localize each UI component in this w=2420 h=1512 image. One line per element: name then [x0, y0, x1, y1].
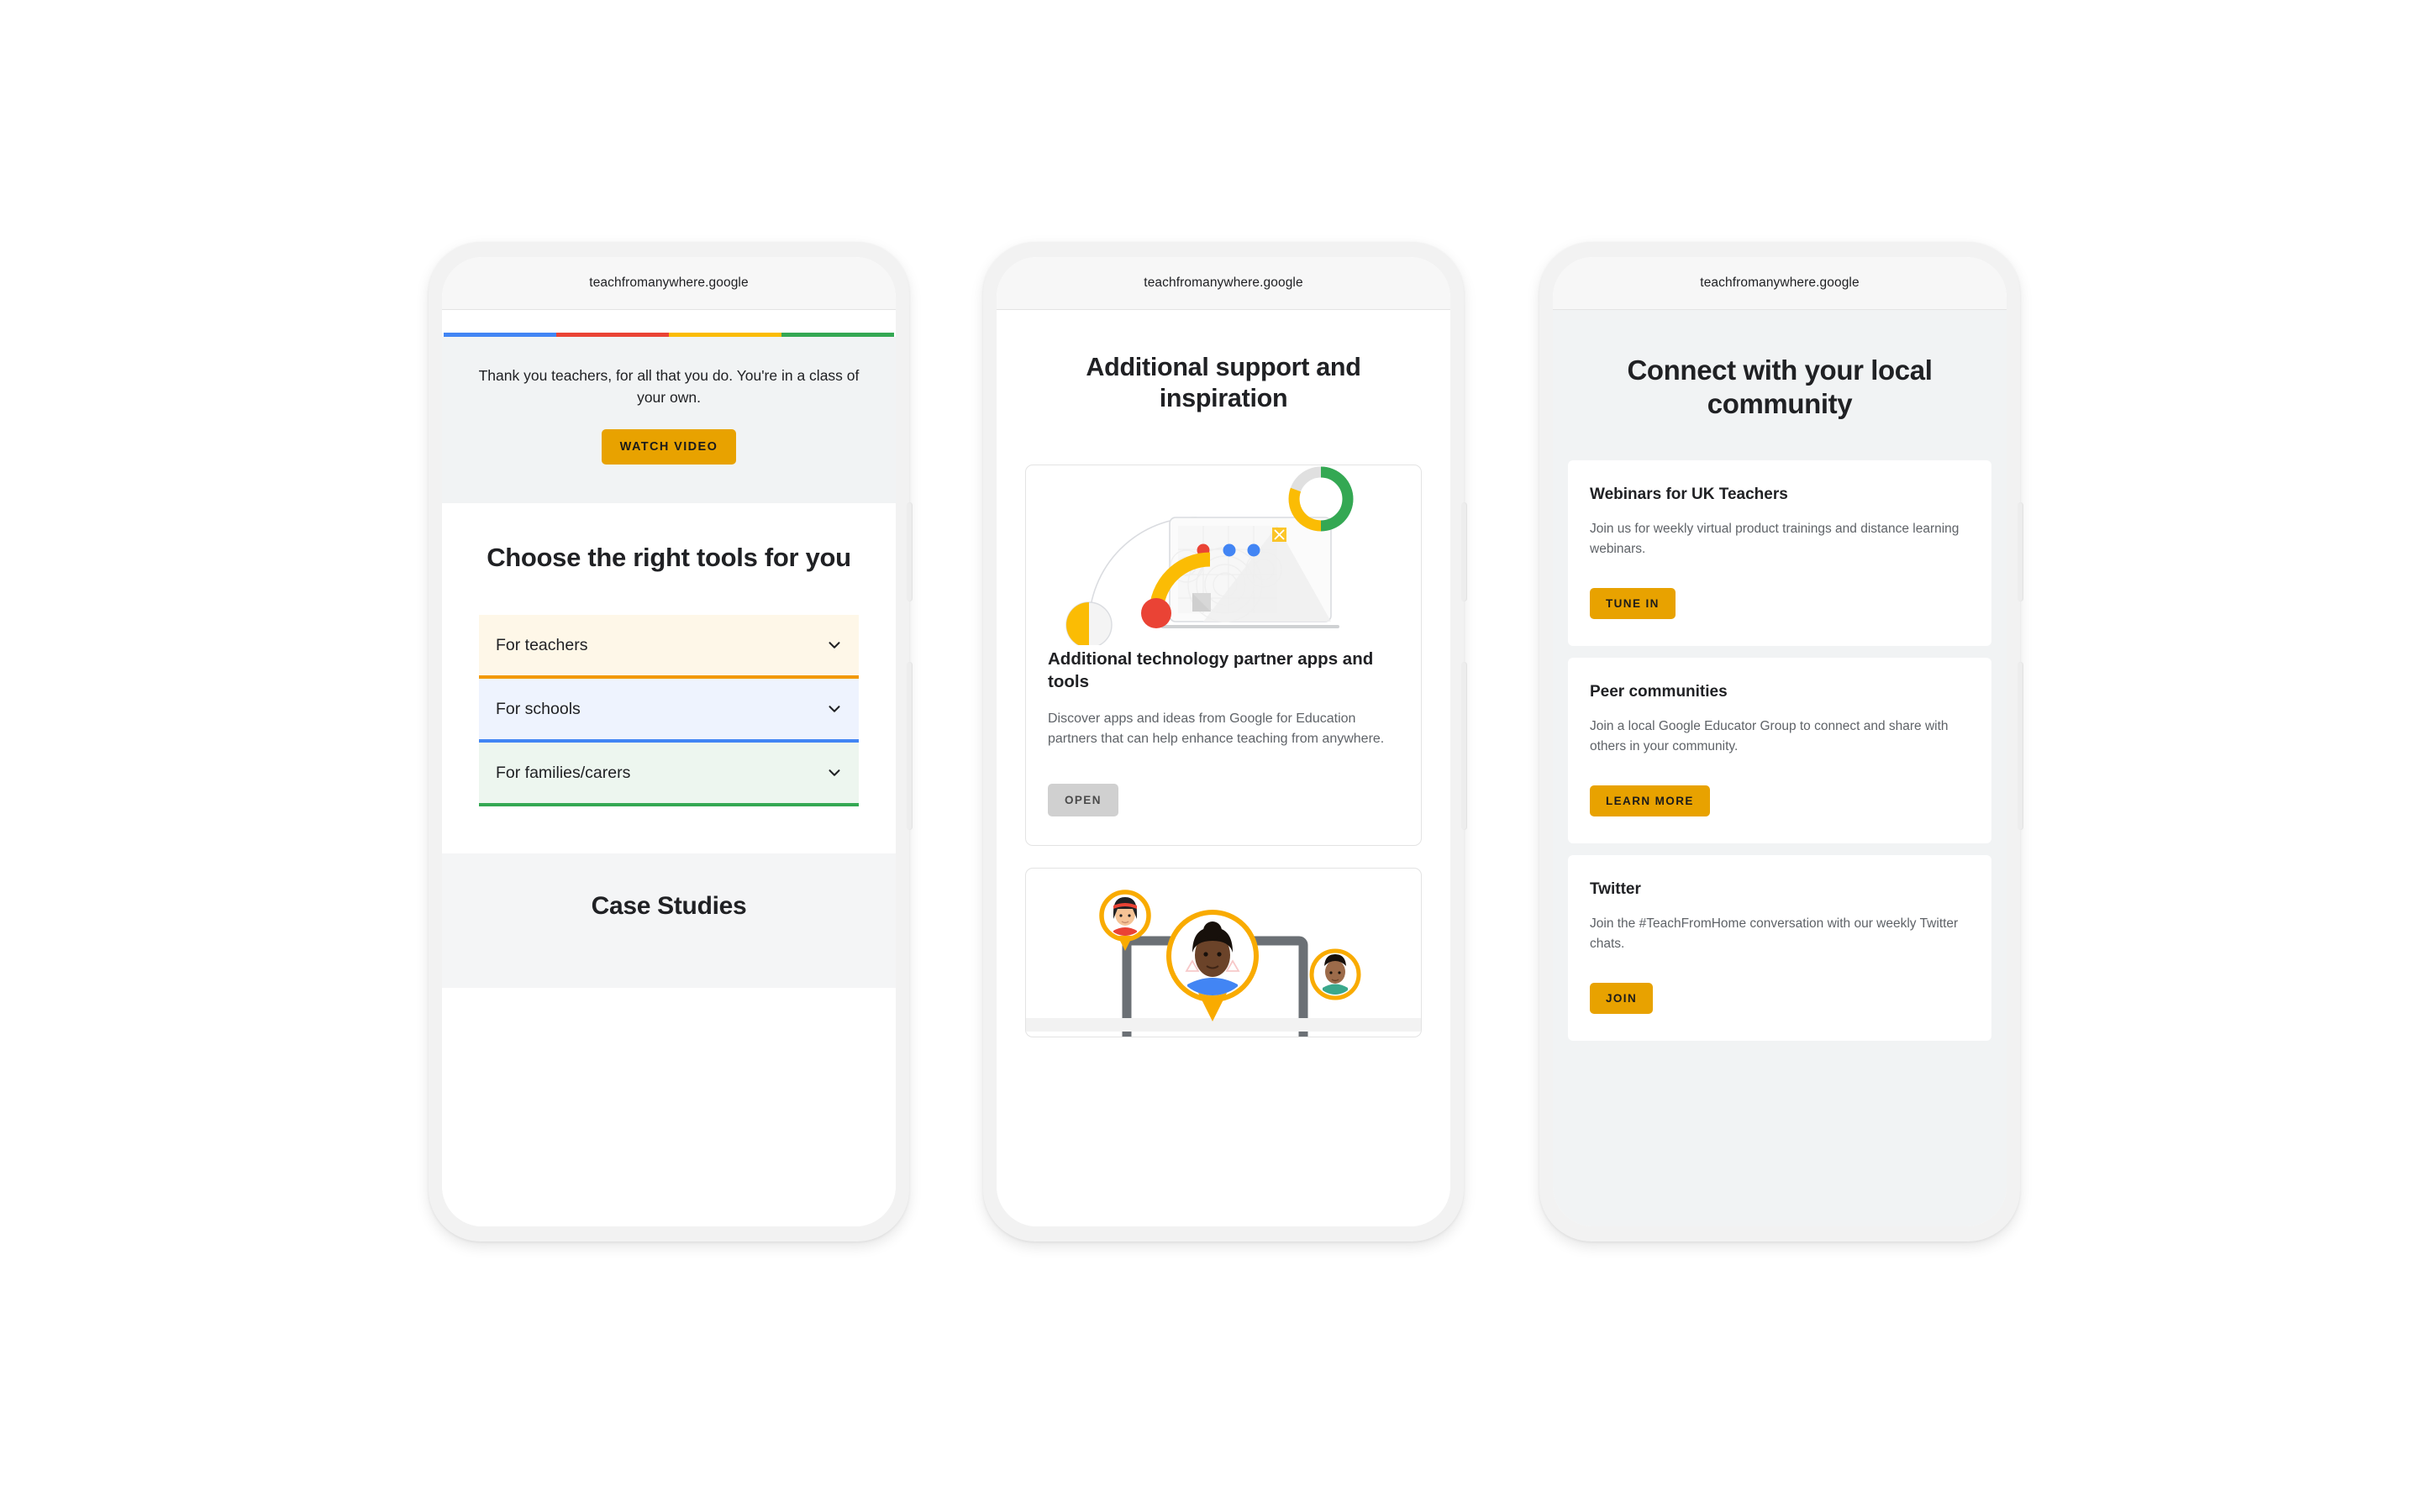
accordion-item-for-families[interactable]: For families/carers [479, 743, 859, 804]
support-section-header: Additional support and inspiration [997, 310, 1450, 414]
power-button-1[interactable] [907, 502, 913, 601]
page-viewport-1: Thank you teachers, for all that you do.… [442, 310, 896, 1226]
card-description: Join the #TeachFromHome conversation wit… [1590, 916, 1959, 951]
tune-in-button[interactable]: TUNE IN [1590, 587, 1676, 619]
join-button[interactable]: JOIN [1590, 982, 1654, 1014]
phone-screen-2: teachfromanywhere.google Additional supp… [997, 257, 1450, 1226]
accordion-label: For schools [496, 699, 581, 718]
card-description: Discover apps and ideas from Google for … [1048, 711, 1385, 747]
choose-tools-title: Choose the right tools for you [487, 542, 851, 572]
power-button-3[interactable] [2018, 502, 2023, 601]
community-section-title: Connect with your local community [1627, 354, 1933, 420]
accordion-item-for-teachers[interactable]: For teachers [479, 615, 859, 676]
video-call-avatars-illustration [1026, 869, 1421, 1037]
open-button[interactable]: OPEN [1048, 784, 1118, 817]
accordion-item-for-schools[interactable]: For schools [479, 679, 859, 740]
chevron-down-icon [825, 636, 844, 654]
tools-accordion: For teachers For schools For families/ca… [442, 615, 896, 807]
support-section-title: Additional support and inspiration [1086, 353, 1361, 413]
laptop-illustration [1026, 465, 1421, 646]
hero-section: Thank you teachers, for all that you do.… [442, 337, 896, 503]
colorbar-green-segment [781, 333, 894, 337]
community-section-header: Connect with your local community [1553, 310, 2007, 460]
case-studies-section: Case Studies [442, 853, 896, 989]
watch-video-button[interactable]: WATCH VIDEO [601, 428, 737, 465]
screenshot-canvas: teachfromanywhere.google Thank you teach… [0, 0, 2420, 1512]
card-heading: Additional technology partner apps and t… [1048, 649, 1374, 692]
page-viewport-2: Additional support and inspiration Addit… [997, 310, 1450, 1226]
volume-button-2[interactable] [1461, 662, 1467, 830]
browser-url-bar-3[interactable]: teachfromanywhere.google [1553, 257, 2007, 310]
case-studies-title: Case Studies [591, 892, 747, 921]
card-heading: Peer communities [1590, 682, 1728, 701]
choose-tools-section: Choose the right tools for you For teach… [442, 502, 896, 807]
browser-url-bar-2[interactable]: teachfromanywhere.google [997, 257, 1450, 310]
phone-screen-3: teachfromanywhere.google Connect with yo… [1553, 257, 2007, 1226]
card-twitter[interactable]: Twitter Join the #TeachFromHome conversa… [1568, 854, 1991, 1041]
phone-mockup-2: teachfromanywhere.google Additional supp… [983, 242, 1467, 1242]
card-heading: Webinars for UK Teachers [1590, 485, 1788, 503]
card-webinars[interactable]: Webinars for UK Teachers Join us for wee… [1568, 459, 1991, 646]
browser-url-bar-1[interactable]: teachfromanywhere.google [442, 257, 896, 310]
page-viewport-3: Connect with your local community Webina… [1553, 310, 2007, 1226]
card-description: Join us for weekly virtual product train… [1590, 521, 1960, 556]
accordion-label: For families/carers [496, 763, 631, 782]
volume-button-1[interactable] [907, 662, 913, 830]
card-partner-apps-body: Additional technology partner apps and t… [1026, 645, 1421, 845]
volume-button-3[interactable] [2018, 662, 2023, 830]
accordion-rule-families [479, 803, 859, 807]
card-video-call[interactable] [1025, 868, 1422, 1038]
chevron-down-icon [825, 764, 844, 782]
accordion-label: For teachers [496, 635, 588, 654]
url-text: teachfromanywhere.google [1700, 276, 1860, 290]
url-text: teachfromanywhere.google [589, 276, 749, 290]
hero-message: Thank you teachers, for all that you do.… [478, 367, 860, 407]
colorbar-yellow-segment [669, 333, 781, 337]
colorbar-red-segment [556, 333, 669, 337]
phone-mockup-1: teachfromanywhere.google Thank you teach… [429, 242, 913, 1242]
card-description: Join a local Google Educator Group to co… [1590, 718, 1949, 753]
learn-more-button[interactable]: LEARN MORE [1590, 785, 1710, 816]
colorbar-blue-segment [444, 333, 556, 337]
phone-mockup-3: teachfromanywhere.google Connect with yo… [1539, 242, 2023, 1242]
url-text: teachfromanywhere.google [1144, 276, 1303, 290]
chevron-down-icon [825, 700, 844, 718]
google-colorbar-wrap [442, 310, 896, 337]
card-partner-apps[interactable]: Additional technology partner apps and t… [1025, 465, 1422, 847]
power-button-2[interactable] [1461, 502, 1467, 601]
phone-screen-1: teachfromanywhere.google Thank you teach… [442, 257, 896, 1226]
card-peer-communities[interactable]: Peer communities Join a local Google Edu… [1568, 657, 1991, 843]
card-heading: Twitter [1590, 879, 1641, 898]
google-color-bar [444, 333, 894, 337]
